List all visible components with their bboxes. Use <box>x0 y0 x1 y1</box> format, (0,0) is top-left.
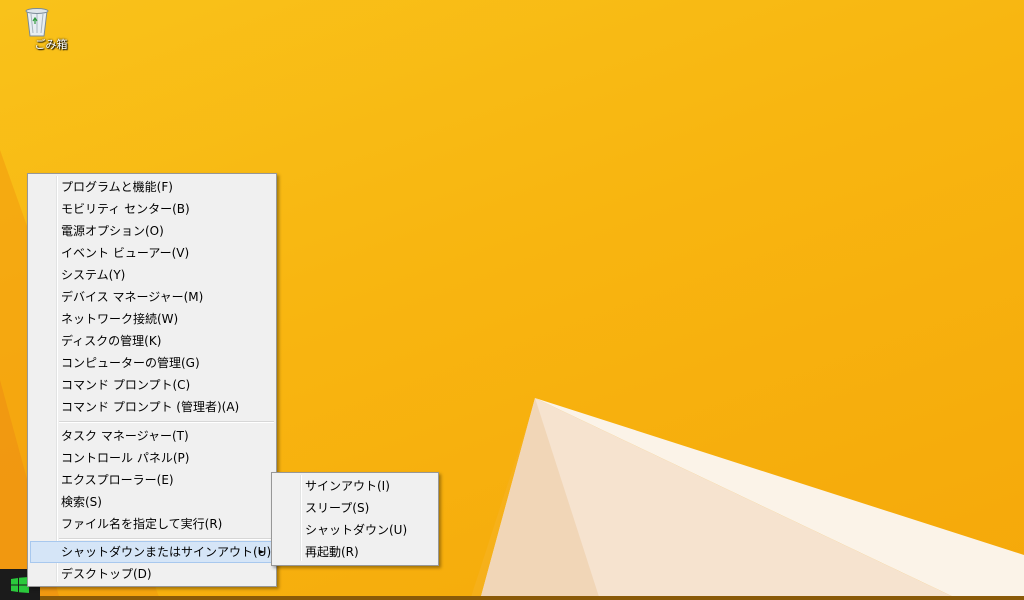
menu-item-explorer[interactable]: エクスプローラー(E) <box>30 469 274 491</box>
menu-separator <box>59 421 274 423</box>
submenu-item-shutdown[interactable]: シャットダウン(U) <box>274 519 436 541</box>
menu-item-computer-management[interactable]: コンピューターの管理(G) <box>30 352 274 374</box>
menu-item-network-connections[interactable]: ネットワーク接続(W) <box>30 308 274 330</box>
submenu-item-restart[interactable]: 再起動(R) <box>274 541 436 563</box>
menu-item-mobility-center[interactable]: モビリティ センター(B) <box>30 198 274 220</box>
menu-item-command-prompt-admin[interactable]: コマンド プロンプト (管理者)(A) <box>30 396 274 418</box>
menu-separator <box>59 538 274 540</box>
menu-item-shutdown-signout-label: シャットダウンまたはサインアウト(U) <box>61 545 272 559</box>
menu-item-search[interactable]: 検索(S) <box>30 491 274 513</box>
submenu-item-sign-out[interactable]: サインアウト(I) <box>274 475 436 497</box>
submenu-item-sleep[interactable]: スリープ(S) <box>274 497 436 519</box>
recycle-bin-label: ごみ箱 <box>34 38 68 51</box>
menu-item-task-manager[interactable]: タスク マネージャー(T) <box>30 425 274 447</box>
menu-item-event-viewer[interactable]: イベント ビューアー(V) <box>30 242 274 264</box>
menu-item-command-prompt[interactable]: コマンド プロンプト(C) <box>30 374 274 396</box>
recycle-bin-shortcut[interactable]: ごみ箱 <box>22 4 80 52</box>
menu-item-power-options[interactable]: 電源オプション(O) <box>30 220 274 242</box>
menu-item-disk-management[interactable]: ディスクの管理(K) <box>30 330 274 352</box>
menu-item-desktop[interactable]: デスクトップ(D) <box>30 563 274 585</box>
taskbar-strip <box>40 596 1024 600</box>
menu-item-system[interactable]: システム(Y) <box>30 264 274 286</box>
menu-item-control-panel[interactable]: コントロール パネル(P) <box>30 447 274 469</box>
shutdown-submenu: サインアウト(I) スリープ(S) シャットダウン(U) 再起動(R) <box>271 472 439 566</box>
recycle-bin-icon <box>25 4 66 38</box>
menu-item-device-manager[interactable]: デバイス マネージャー(M) <box>30 286 274 308</box>
menu-item-programs-features[interactable]: プログラムと機能(F) <box>30 176 274 198</box>
menu-item-run[interactable]: ファイル名を指定して実行(R) <box>30 513 274 535</box>
menu-item-shutdown-signout[interactable]: シャットダウンまたはサインアウト(U) ► <box>30 541 274 563</box>
submenu-arrow-icon: ► <box>258 547 265 556</box>
winx-context-menu: プログラムと機能(F) モビリティ センター(B) 電源オプション(O) イベン… <box>27 173 277 587</box>
